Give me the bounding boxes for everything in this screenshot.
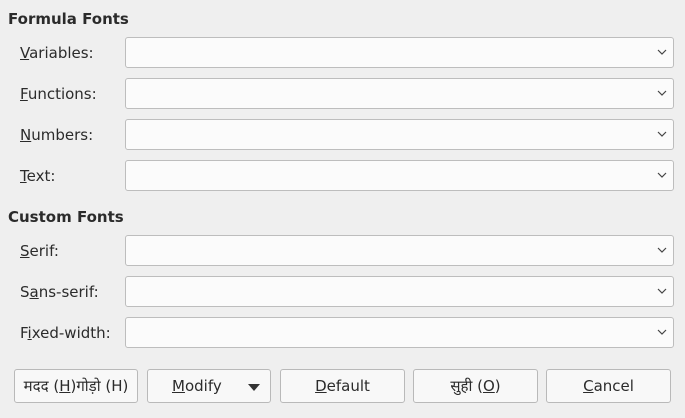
chevron-down-icon	[657, 90, 667, 96]
formula-fonts-heading: Formula Fonts	[8, 10, 129, 28]
help-button[interactable]: मदद (H)गोड़ो (H)	[14, 369, 138, 403]
cancel-button[interactable]: Cancel	[546, 369, 671, 403]
fixed-width-row: Fixed-width:	[0, 317, 685, 349]
functions-row: Functions:	[0, 78, 685, 110]
functions-select[interactable]	[125, 78, 674, 109]
serif-select[interactable]	[125, 235, 674, 266]
numbers-select[interactable]	[125, 119, 674, 150]
chevron-down-icon	[657, 288, 667, 294]
modify-button[interactable]: Modify	[147, 369, 271, 403]
serif-label: Serif:	[20, 242, 59, 260]
fixed-width-select[interactable]	[125, 317, 674, 348]
variables-label: Variables:	[20, 44, 94, 62]
numbers-label: Numbers:	[20, 126, 94, 144]
text-select[interactable]	[125, 160, 674, 191]
variables-row: Variables:	[0, 37, 685, 69]
sans-serif-row: Sans-serif:	[0, 276, 685, 308]
text-row: Text:	[0, 160, 685, 192]
numbers-row: Numbers:	[0, 119, 685, 151]
ok-button[interactable]: सुही (O)	[413, 369, 538, 403]
modify-button-label: Modify	[172, 377, 222, 395]
chevron-down-icon	[657, 49, 667, 55]
sans-serif-select[interactable]	[125, 276, 674, 307]
default-button-label: Default	[315, 377, 370, 395]
ok-button-label: सुही (O)	[450, 377, 501, 395]
text-label: Text:	[20, 167, 56, 185]
chevron-down-icon	[657, 131, 667, 137]
variables-select[interactable]	[125, 37, 674, 68]
functions-label: Functions:	[20, 85, 97, 103]
custom-fonts-heading: Custom Fonts	[8, 208, 124, 226]
serif-row: Serif:	[0, 235, 685, 267]
chevron-down-icon	[657, 172, 667, 178]
chevron-down-icon	[657, 247, 667, 253]
fixed-width-label: Fixed-width:	[20, 324, 111, 342]
sans-serif-label: Sans-serif:	[20, 283, 99, 301]
cancel-button-label: Cancel	[583, 377, 634, 395]
default-button[interactable]: Default	[280, 369, 405, 403]
triangle-down-icon	[248, 384, 260, 391]
help-button-label: मदद (H)गोड़ो (H)	[23, 377, 129, 395]
chevron-down-icon	[657, 329, 667, 335]
